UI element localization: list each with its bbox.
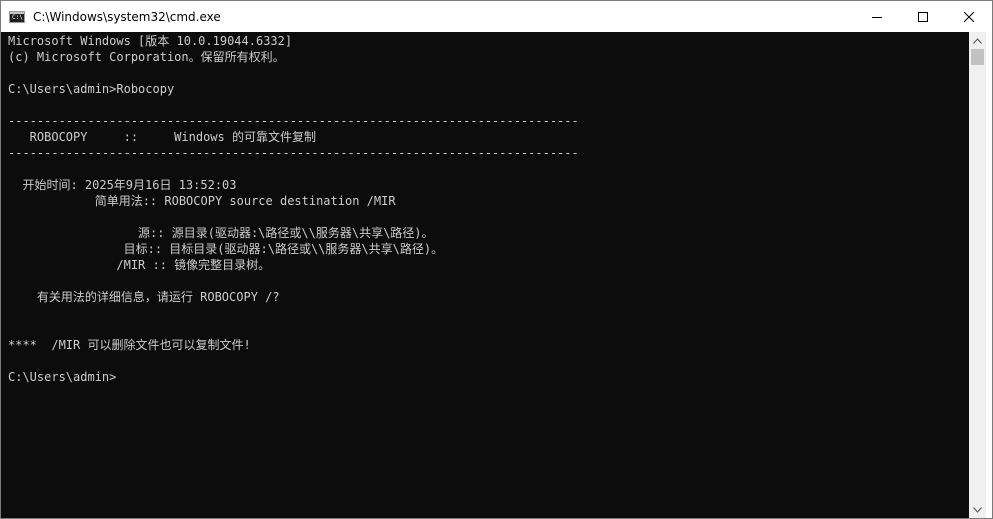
console-line: C:\Users\admin>Robocopy: [8, 82, 175, 96]
cmd-icon: C:\: [9, 10, 25, 23]
minimize-icon: [872, 16, 882, 18]
console-line: 有关用法的详细信息，请运行 ROBOCOPY /?: [8, 290, 280, 304]
console-line: ROBOCOPY :: Windows 的可靠文件复制: [8, 130, 316, 144]
console-line: Microsoft Windows [版本 10.0.19044.6332]: [8, 34, 293, 48]
console-line: 开始时间: 2025年9月16日 13:52:03: [8, 178, 237, 192]
console-area[interactable]: Microsoft Windows [版本 10.0.19044.6332] (c…: [1, 32, 969, 518]
console-line: 源:: 源目录(驱动器:\路径或\\服务器\共享\路径)。: [8, 226, 434, 240]
console-line: ----------------------------------------…: [8, 146, 579, 160]
vertical-scrollbar[interactable]: [969, 32, 986, 518]
maximize-button[interactable]: [900, 1, 946, 32]
console-line: ----------------------------------------…: [8, 114, 579, 128]
window-controls: [854, 1, 992, 32]
console-line: (c) Microsoft Corporation。保留所有权利。: [8, 50, 285, 64]
close-button[interactable]: [946, 1, 992, 32]
scroll-up-arrow-icon: [973, 37, 982, 44]
scroll-up-button[interactable]: [969, 32, 986, 49]
minimize-button[interactable]: [854, 1, 900, 32]
close-icon: [964, 11, 974, 22]
console-prompt-line: C:\Users\admin>: [8, 370, 117, 384]
console-output[interactable]: Microsoft Windows [版本 10.0.19044.6332] (c…: [1, 32, 969, 385]
window-right-edge: [986, 32, 992, 518]
scroll-down-arrow-icon: [973, 506, 982, 513]
window-title: C:\Windows\system32\cmd.exe: [33, 9, 221, 24]
title-bar[interactable]: C:\ C:\Windows\system32\cmd.exe: [1, 1, 992, 32]
console-line: 简单用法:: ROBOCOPY source destination /MIR: [8, 194, 396, 208]
cmd-window: C:\ C:\Windows\system32\cmd.exe Microsof…: [0, 0, 993, 519]
scroll-down-button[interactable]: [969, 501, 986, 518]
console-line: 目标:: 目标目录(驱动器:\路径或\\服务器\共享\路径)。: [8, 242, 444, 256]
cmd-icon-glyph: C:\: [12, 13, 23, 21]
console-line: **** /MIR 可以删除文件也可以复制文件!: [8, 338, 251, 352]
console-line: /MIR :: 镜像完整目录树。: [8, 258, 271, 272]
maximize-icon: [918, 11, 928, 22]
scroll-thumb[interactable]: [971, 49, 984, 65]
